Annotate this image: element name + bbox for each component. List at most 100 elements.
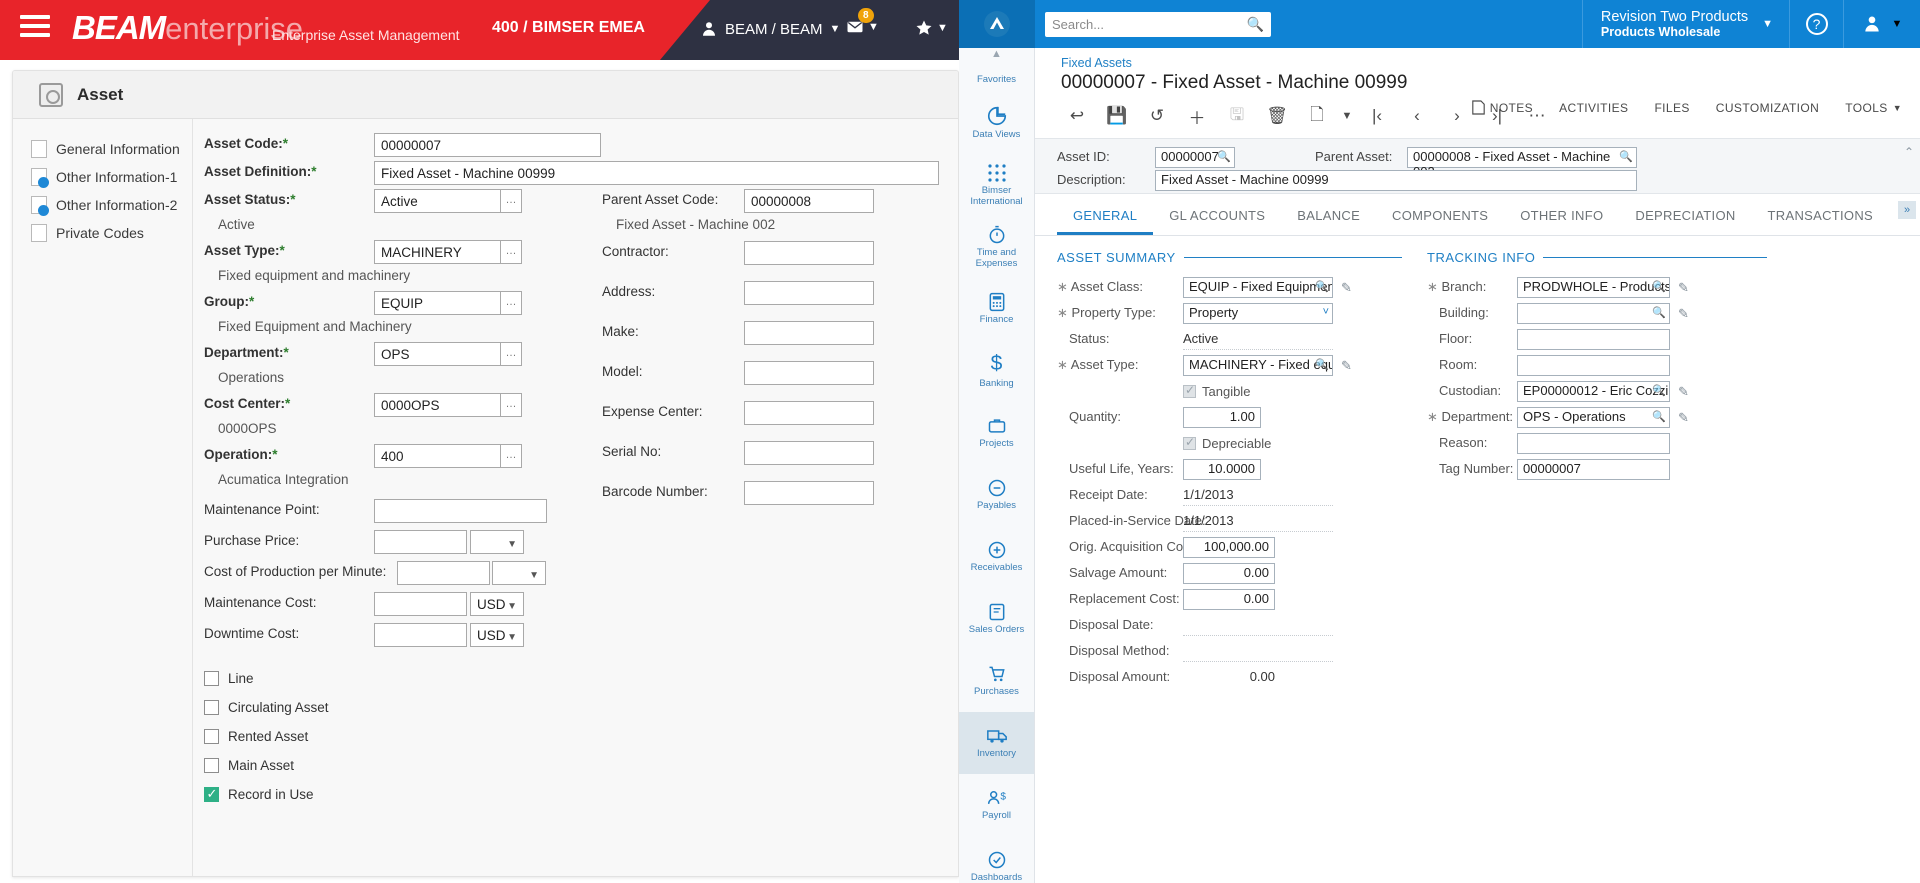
sidebar-item-finance[interactable]: Finance bbox=[959, 278, 1034, 340]
tab-components[interactable]: COMPONENTS bbox=[1376, 200, 1504, 235]
files-button[interactable]: FILES bbox=[1654, 100, 1689, 115]
checkbox-line[interactable]: Line bbox=[204, 664, 604, 693]
downtime-cost-input[interactable] bbox=[374, 623, 467, 647]
delete-button[interactable]: 🗑 bbox=[1257, 102, 1297, 130]
maintenance-point-input[interactable] bbox=[374, 499, 547, 523]
tab-balance[interactable]: BALANCE bbox=[1281, 200, 1376, 235]
hamburger-menu-icon[interactable] bbox=[20, 15, 50, 37]
activities-button[interactable]: ACTIVITIES bbox=[1559, 100, 1628, 115]
sidebar-item-bimser-international[interactable]: Bimser International bbox=[959, 154, 1034, 216]
sidebar-item-general-information[interactable]: General Information bbox=[13, 135, 192, 163]
checkbox-depreciable[interactable]: Depreciable bbox=[1183, 435, 1271, 451]
purchase-price-currency-select[interactable]: ▼ bbox=[470, 530, 524, 554]
acumatica-logo[interactable] bbox=[959, 0, 1035, 48]
collapse-panel-icon[interactable]: ⌃ bbox=[1904, 145, 1914, 159]
sidebar-item-receivables[interactable]: Receivables bbox=[959, 526, 1034, 588]
notes-button[interactable]: NOTES bbox=[1471, 100, 1533, 115]
cost-production-currency-select[interactable]: ▼ bbox=[492, 561, 546, 585]
breadcrumb[interactable]: Fixed Assets bbox=[1035, 48, 1920, 70]
tab-gl-accounts[interactable]: GL ACCOUNTS bbox=[1153, 200, 1281, 235]
branch-edit-icon[interactable]: ✎ bbox=[1678, 280, 1689, 296]
tab-transactions[interactable]: TRANSACTIONS bbox=[1752, 200, 1889, 235]
tools-button[interactable]: TOOLS ▼ bbox=[1845, 100, 1902, 115]
back-button[interactable]: ↩ bbox=[1057, 102, 1097, 130]
floor-input[interactable] bbox=[1517, 329, 1670, 350]
save-and-close-button[interactable]: 🖫 bbox=[1217, 102, 1257, 130]
department-lookup-button[interactable]: … bbox=[500, 342, 522, 366]
make-input[interactable] bbox=[744, 321, 874, 345]
sidebar-scroll-up-icon[interactable]: ▲ bbox=[959, 48, 1034, 68]
sidebar-item-dashboards[interactable]: Dashboards bbox=[959, 836, 1034, 883]
address-input[interactable] bbox=[744, 281, 874, 305]
asset-status-lookup-button[interactable]: … bbox=[500, 189, 522, 213]
first-record-button[interactable]: |‹ bbox=[1357, 102, 1397, 130]
asset-type-edit-icon[interactable]: ✎ bbox=[1341, 358, 1352, 374]
asset-type-lookup-button[interactable]: … bbox=[500, 240, 522, 264]
checkbox-main-asset[interactable]: Main Asset bbox=[204, 751, 604, 780]
useful-life-input[interactable]: 10.0000 bbox=[1183, 459, 1261, 480]
tag-number-input[interactable]: 00000007 bbox=[1517, 459, 1670, 480]
sidebar-item-other-information-1[interactable]: Other Information-1 bbox=[13, 163, 192, 191]
cost-center-lookup-button[interactable]: … bbox=[500, 393, 522, 417]
sidebar-item-payables[interactable]: Payables bbox=[959, 464, 1034, 526]
custodian-edit-icon[interactable]: ✎ bbox=[1678, 384, 1689, 400]
contractor-input[interactable] bbox=[744, 241, 874, 265]
branch-input[interactable]: PRODWHOLE - Products Wh🔍 bbox=[1517, 277, 1670, 298]
asset-class-input[interactable]: EQUIP - Fixed Equipment and🔍 bbox=[1183, 277, 1333, 298]
beam-favorites-button[interactable]: ▼ bbox=[915, 19, 948, 37]
quantity-input[interactable]: 1.00 bbox=[1183, 407, 1261, 428]
downtime-cost-currency-select[interactable]: USD ▼ bbox=[470, 623, 524, 647]
reason-input[interactable] bbox=[1517, 433, 1670, 454]
asset-id-input[interactable]: 00000007 🔍 bbox=[1155, 147, 1235, 168]
operation-lookup-button[interactable]: … bbox=[500, 444, 522, 468]
sidebar-item-other-information-2[interactable]: Other Information-2 bbox=[13, 191, 192, 219]
checkbox-tangible[interactable]: Tangible bbox=[1183, 383, 1250, 399]
customization-button[interactable]: CUSTOMIZATION bbox=[1716, 100, 1819, 115]
sidebar-item-payroll[interactable]: $ Payroll bbox=[959, 774, 1034, 836]
checkbox-rented-asset[interactable]: Rented Asset bbox=[204, 722, 604, 751]
parent-asset-code-input[interactable]: 00000008 bbox=[744, 189, 874, 213]
company-selector[interactable]: Revision Two Products Products Wholesale… bbox=[1581, 0, 1790, 48]
undo-button[interactable]: ↺ bbox=[1137, 102, 1177, 130]
add-new-button[interactable]: ＋ bbox=[1177, 102, 1217, 130]
description-input[interactable]: Fixed Asset - Machine 00999 bbox=[1155, 170, 1637, 191]
previous-record-button[interactable]: ‹ bbox=[1397, 102, 1437, 130]
serial-no-input[interactable] bbox=[744, 441, 874, 465]
maintenance-cost-input[interactable] bbox=[374, 592, 467, 616]
sidebar-item-banking[interactable]: $ Banking bbox=[959, 340, 1034, 402]
tab-general[interactable]: GENERAL bbox=[1057, 200, 1154, 235]
replacement-cost-input[interactable]: 0.00 bbox=[1183, 589, 1275, 610]
checkbox-circulating-asset[interactable]: Circulating Asset bbox=[204, 693, 604, 722]
sidebar-item-data-views[interactable]: Data Views bbox=[959, 92, 1034, 154]
building-edit-icon[interactable]: ✎ bbox=[1678, 306, 1689, 322]
beam-user-menu[interactable]: BEAM / BEAM ▼ bbox=[700, 20, 840, 38]
help-button[interactable]: ? bbox=[1790, 0, 1844, 48]
department-edit-icon[interactable]: ✎ bbox=[1678, 410, 1689, 426]
sidebar-item-private-codes[interactable]: Private Codes bbox=[13, 219, 192, 247]
sidebar-item-favorites[interactable]: Favorites bbox=[959, 68, 1034, 92]
group-lookup-button[interactable]: … bbox=[500, 291, 522, 315]
tab-other-info[interactable]: OTHER INFO bbox=[1504, 200, 1619, 235]
sidebar-item-purchases[interactable]: Purchases bbox=[959, 650, 1034, 712]
save-button[interactable]: 💾 bbox=[1097, 102, 1137, 130]
user-menu[interactable]: ▼ bbox=[1844, 0, 1920, 48]
cost-production-input[interactable] bbox=[397, 561, 490, 585]
asset-type-input[interactable]: MACHINERY - Fixed equipme🔍 bbox=[1183, 355, 1333, 376]
model-input[interactable] bbox=[744, 361, 874, 385]
copy-dropdown-icon[interactable]: ▼ bbox=[1337, 102, 1357, 130]
asset-definition-input[interactable]: Fixed Asset - Machine 00999 bbox=[374, 161, 939, 185]
sidebar-item-time-and-expenses[interactable]: Time and Expenses bbox=[959, 216, 1034, 278]
custodian-input[interactable]: EP00000012 - Eric Cozzi 🔍 bbox=[1517, 381, 1670, 402]
tab-overflow-button[interactable]: » bbox=[1898, 201, 1916, 219]
search-input[interactable]: Search... 🔍 bbox=[1045, 11, 1271, 37]
sidebar-item-projects[interactable]: Projects bbox=[959, 402, 1034, 464]
building-input[interactable]: 🔍 bbox=[1517, 303, 1670, 324]
asset-class-edit-icon[interactable]: ✎ bbox=[1341, 280, 1352, 296]
department-input[interactable]: OPS - Operations 🔍 bbox=[1517, 407, 1670, 428]
orig-acquisition-cost-input[interactable]: 100,000.00 bbox=[1183, 537, 1275, 558]
room-input[interactable] bbox=[1517, 355, 1670, 376]
sidebar-item-sales-orders[interactable]: Sales Orders bbox=[959, 588, 1034, 650]
purchase-price-input[interactable] bbox=[374, 530, 467, 554]
expense-center-input[interactable] bbox=[744, 401, 874, 425]
property-type-select[interactable]: Property ˅ bbox=[1183, 303, 1333, 324]
